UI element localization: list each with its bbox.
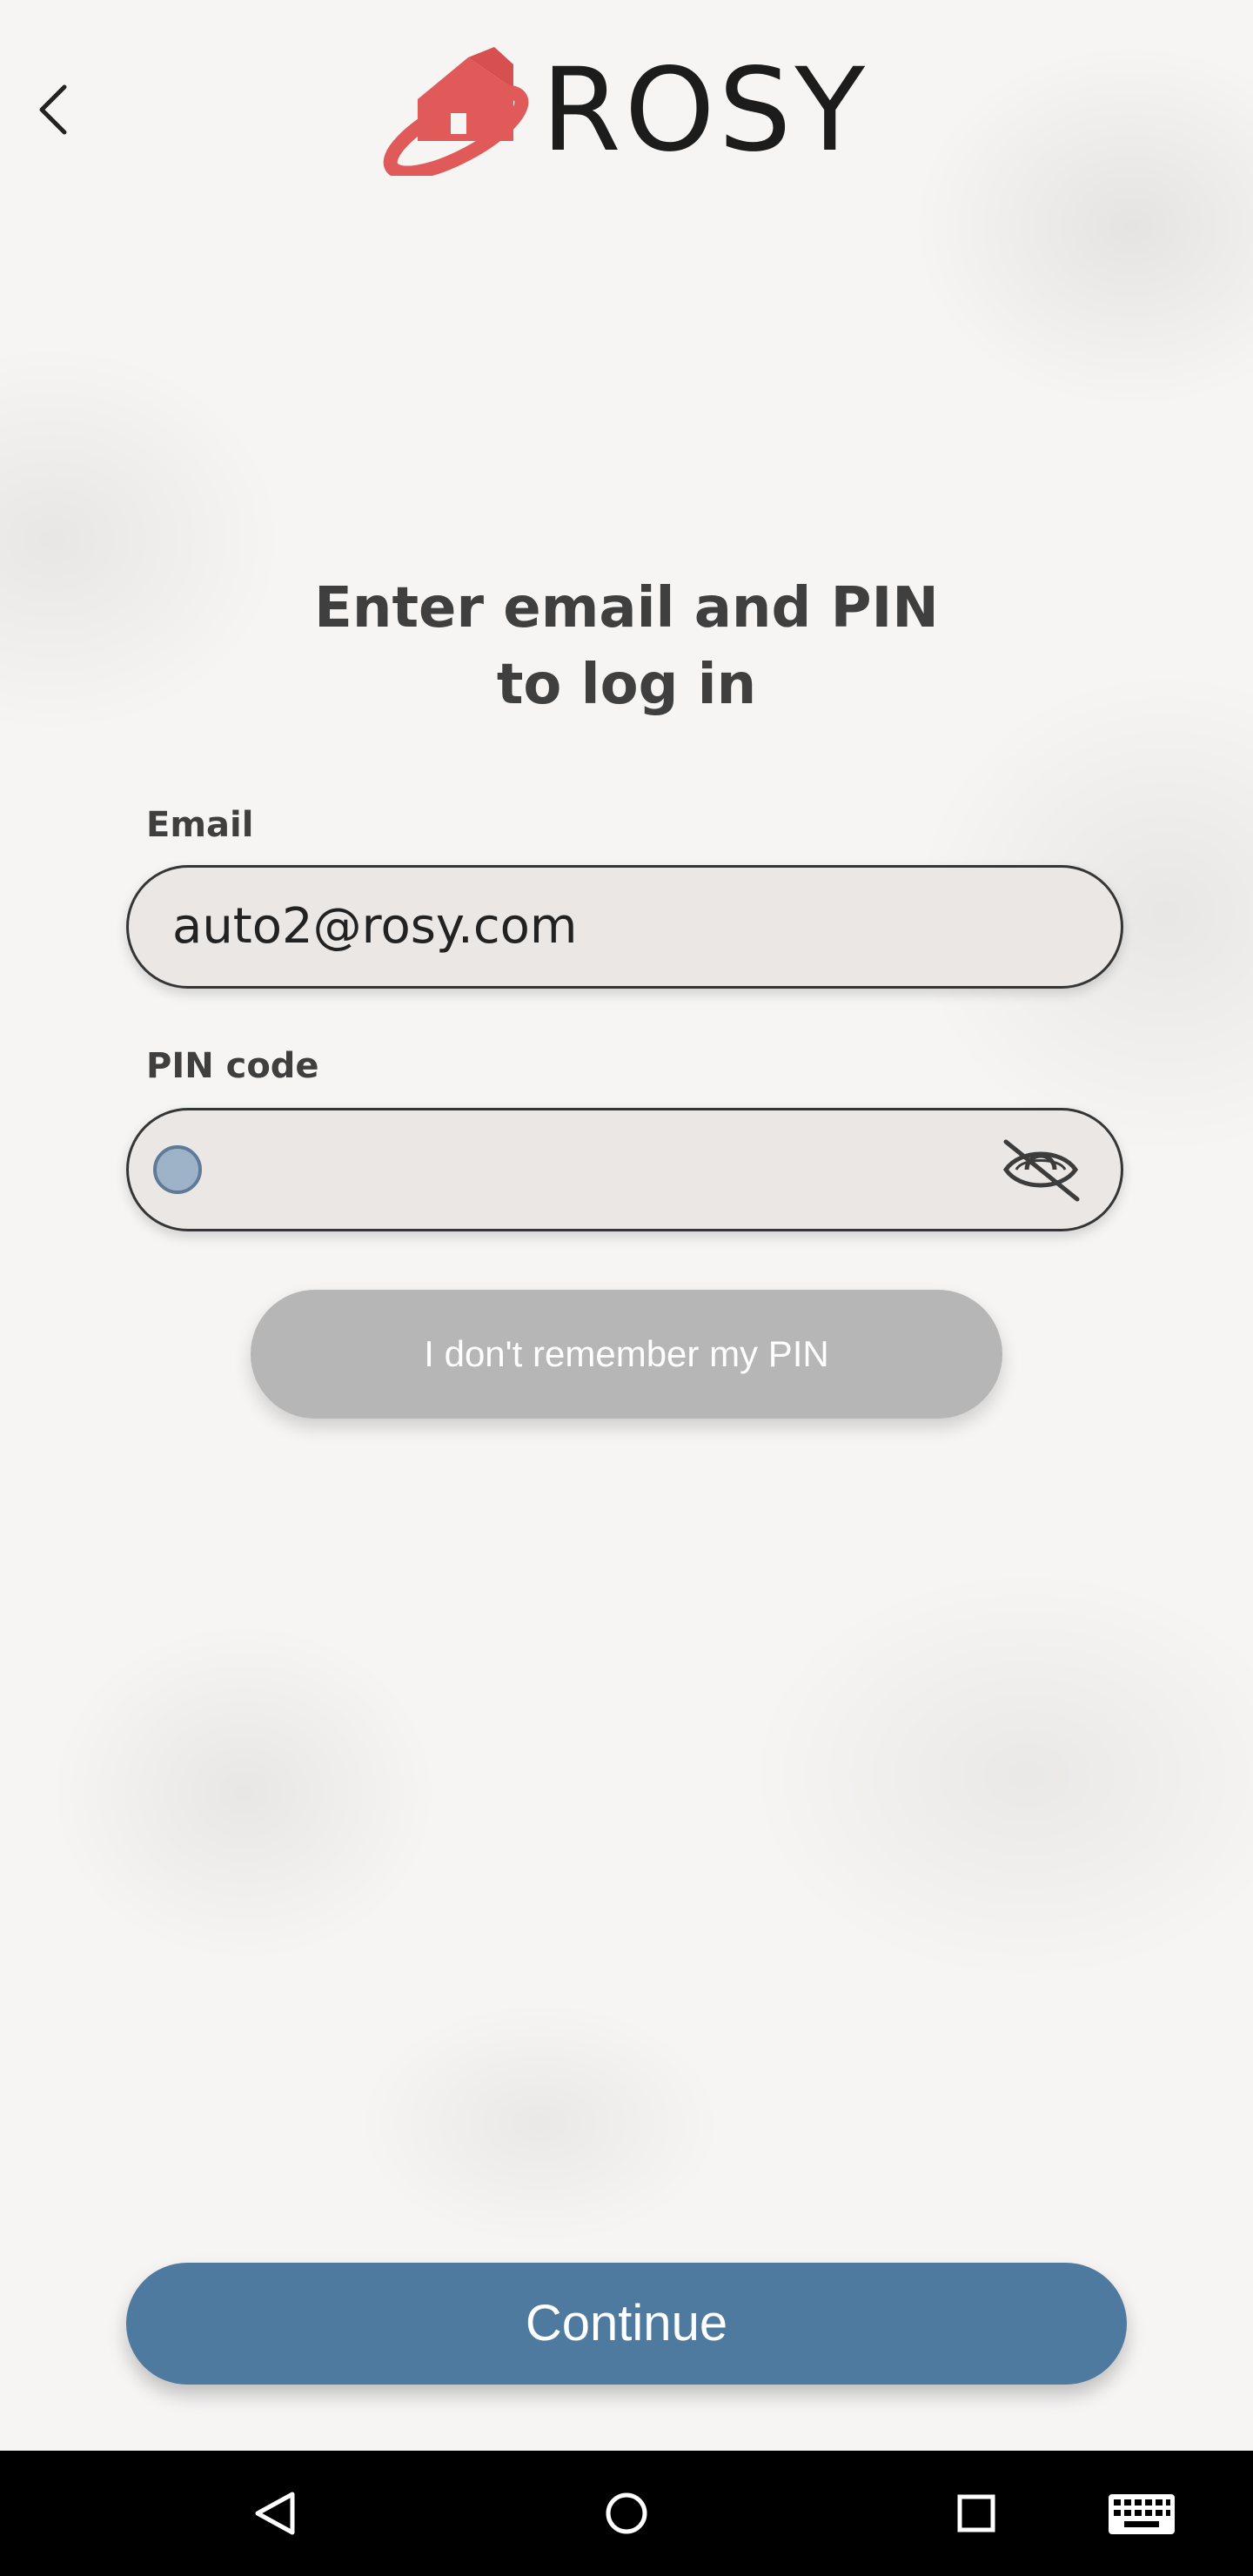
recents-square-icon bbox=[957, 2494, 995, 2532]
home-circle-icon bbox=[606, 2492, 647, 2534]
brand-name: ROSY bbox=[541, 44, 869, 178]
system-keyboard-button[interactable] bbox=[1098, 2482, 1185, 2545]
forgot-pin-button[interactable]: I don't remember my PIN bbox=[251, 1290, 1002, 1419]
back-triangle-icon bbox=[255, 2492, 295, 2535]
page-title-line-1: Enter email and PIN bbox=[314, 576, 939, 641]
rosy-house-logo-icon bbox=[383, 47, 529, 176]
pin-field[interactable] bbox=[126, 1108, 1123, 1231]
brand-logo: ROSY bbox=[383, 45, 868, 176]
system-home-button[interactable] bbox=[595, 2482, 658, 2545]
continue-button[interactable]: Continue bbox=[126, 2263, 1127, 2385]
email-field[interactable]: auto2@rosy.com bbox=[126, 865, 1123, 989]
pin-label: PIN code bbox=[146, 1046, 319, 1086]
system-recents-button[interactable] bbox=[945, 2482, 1008, 2545]
email-label: Email bbox=[146, 805, 254, 845]
back-button[interactable] bbox=[17, 75, 87, 144]
page-title: Enter email and PIN to log in bbox=[0, 570, 1253, 723]
page-title-line-2: to log in bbox=[496, 653, 757, 717]
keyboard-icon bbox=[1109, 2494, 1175, 2534]
system-back-button[interactable] bbox=[244, 2482, 306, 2545]
chevron-left-icon bbox=[39, 84, 67, 135]
pin-visibility-toggle[interactable] bbox=[999, 1137, 1082, 1203]
system-navigation-bar bbox=[0, 2451, 1253, 2576]
pin-input-indicator bbox=[153, 1145, 202, 1194]
email-value: auto2@rosy.com bbox=[172, 898, 578, 955]
eye-off-icon bbox=[1002, 1139, 1080, 1202]
